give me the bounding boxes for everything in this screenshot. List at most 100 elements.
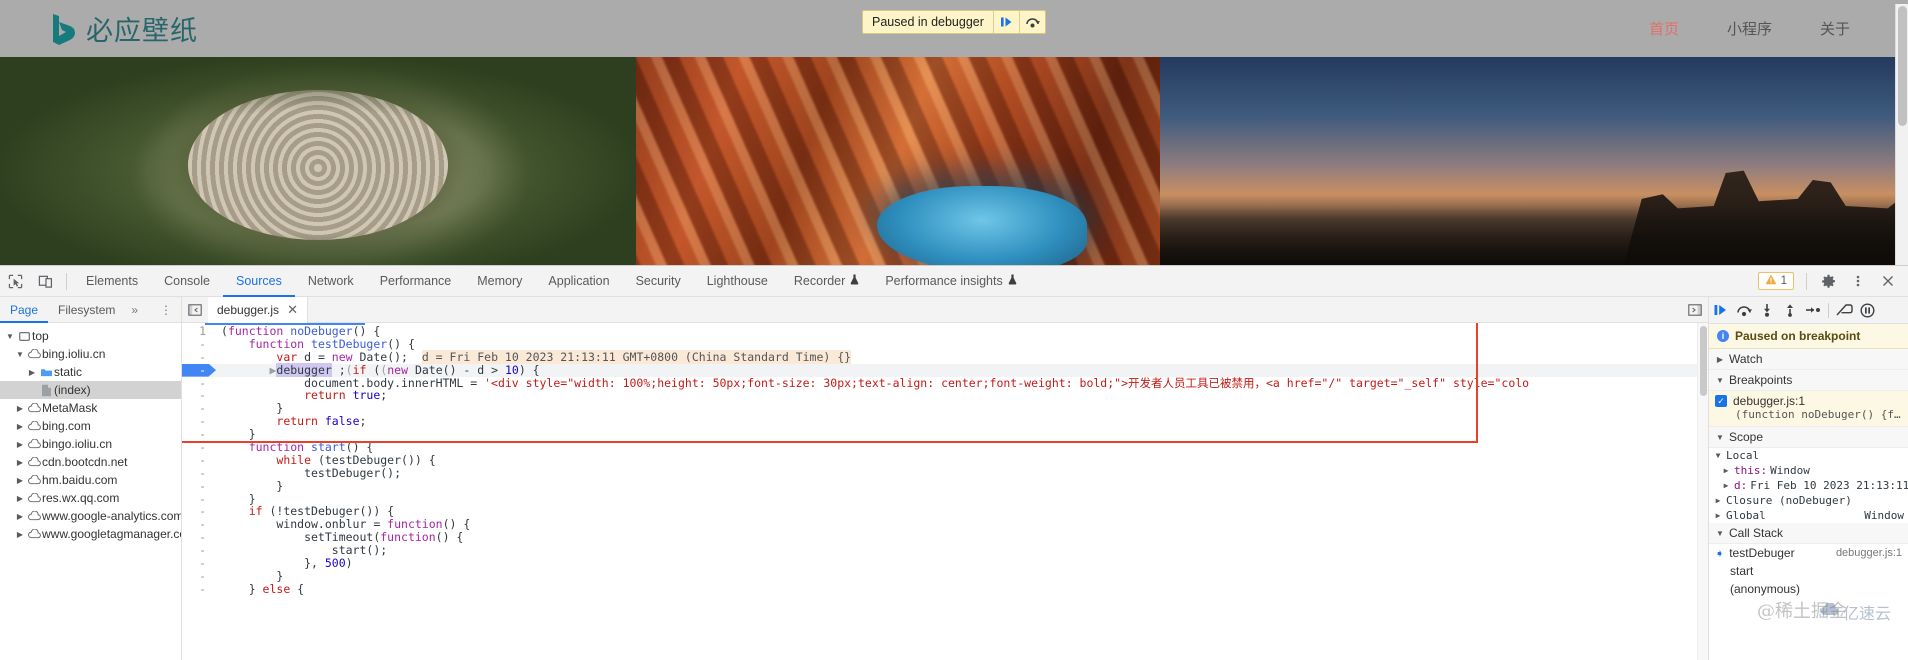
tree-item-res-wx-qq-com[interactable]: ▶ res.wx.qq.com	[0, 489, 181, 507]
tab-recorder[interactable]: Recorder	[781, 266, 872, 297]
code-line[interactable]: - setTimeout(function() {	[182, 531, 1708, 544]
tab-memory[interactable]: Memory	[464, 266, 535, 297]
scope-row-d[interactable]: ▶ d: Fri Feb 10 2023 21:13:11 (	[1709, 478, 1908, 493]
nav-item-about[interactable]: 关于	[1820, 18, 1850, 39]
chevron-down-icon[interactable]: ▼	[1715, 376, 1725, 385]
tree-item-index[interactable]: (index)	[0, 381, 181, 399]
tree-item-hm-baidu-com[interactable]: ▶ hm.baidu.com	[0, 471, 181, 489]
twisty-icon[interactable]: ▶	[14, 530, 26, 539]
device-toolbar-icon[interactable]	[30, 266, 60, 296]
code-viewport[interactable]: 1(function noDebuger() { - function test…	[182, 323, 1708, 660]
twisty-icon[interactable]: ▼	[14, 350, 26, 359]
section-watch[interactable]: ▶ Watch	[1709, 349, 1908, 370]
code-line[interactable]: - start();	[182, 544, 1708, 557]
section-call-stack[interactable]: ▼ Call Stack	[1709, 523, 1908, 544]
step-over-icon[interactable]	[1732, 297, 1755, 323]
navigator-tab-page[interactable]: Page	[0, 297, 48, 323]
scope-row-global[interactable]: ▶ Global Window	[1709, 508, 1908, 523]
code-line[interactable]: - return true;	[182, 389, 1708, 402]
more-vertical-icon[interactable]	[1843, 266, 1873, 296]
twisty-icon[interactable]: ▶	[14, 494, 26, 503]
navigator-tab-filesystem[interactable]: Filesystem	[48, 297, 125, 323]
code-lines[interactable]: 1(function noDebuger() { - function test…	[182, 325, 1708, 660]
code-line[interactable]: - }	[182, 402, 1708, 415]
site-brand[interactable]: 必应壁纸	[50, 9, 198, 48]
twisty-icon[interactable]: ▼	[4, 332, 16, 341]
step-over-icon[interactable]	[1019, 11, 1045, 33]
tree-item-bing-com[interactable]: ▶ bing.com	[0, 417, 181, 435]
nav-item-home[interactable]: 首页	[1649, 18, 1679, 39]
code-line[interactable]: - }	[182, 493, 1708, 506]
tree-item-cdn-bootcdn-net[interactable]: ▶ cdn.bootcdn.net	[0, 453, 181, 471]
page-scrollbar-thumb[interactable]	[1898, 6, 1907, 126]
code-line[interactable]: - while (testDebuger()) {	[182, 454, 1708, 467]
tab-performance[interactable]: Performance	[367, 266, 465, 297]
code-line[interactable]: - return false;	[182, 415, 1708, 428]
scope-row-closure[interactable]: ▶ Closure (noDebuger)	[1709, 493, 1908, 508]
pause-on-exceptions-icon[interactable]	[1856, 297, 1879, 323]
tree-item-top[interactable]: ▼ top	[0, 327, 181, 345]
tree-item-www-google-analytics-com[interactable]: ▶ www.google-analytics.com	[0, 507, 181, 525]
code-line[interactable]: - }	[182, 428, 1708, 441]
navigator-more-tabs-button[interactable]: »	[125, 303, 144, 317]
tree-item-metamask[interactable]: ▶ MetaMask	[0, 399, 181, 417]
show-navigator-icon[interactable]	[182, 297, 208, 323]
tab-performance-insights[interactable]: Performance insights	[872, 266, 1029, 297]
inspect-element-icon[interactable]	[0, 266, 30, 296]
chevron-down-icon[interactable]: ▼	[1715, 433, 1725, 442]
gear-icon[interactable]	[1813, 266, 1843, 296]
wallpaper-thumb-2[interactable]	[636, 57, 1160, 265]
chevron-right-icon[interactable]: ▶	[1715, 355, 1725, 364]
tab-elements[interactable]: Elements	[73, 266, 151, 297]
show-debugger-icon[interactable]	[1682, 297, 1708, 323]
wallpaper-thumb-1[interactable]	[0, 57, 636, 265]
tab-console[interactable]: Console	[151, 266, 223, 297]
tab-sources[interactable]: Sources	[223, 266, 295, 297]
code-line[interactable]: - document.body.innerHTML = '<div style=…	[182, 377, 1708, 390]
tree-item-www-googletagmanager-com[interactable]: ▶ www.googletagmanager.com	[0, 525, 181, 543]
more-vertical-icon[interactable]: ⋮	[152, 303, 181, 317]
twisty-icon[interactable]: ▶	[14, 404, 26, 413]
resume-script-icon[interactable]	[1709, 297, 1732, 323]
twisty-icon[interactable]: ▶	[26, 368, 38, 377]
step-out-icon[interactable]	[1778, 297, 1801, 323]
section-breakpoints[interactable]: ▼ Breakpoints	[1709, 370, 1908, 391]
scope-row-this[interactable]: ▶ this: Window	[1709, 463, 1908, 478]
code-line[interactable]: - } else {	[182, 583, 1708, 596]
code-line[interactable]: - }	[182, 480, 1708, 493]
close-icon[interactable]: ✕	[287, 302, 298, 318]
twisty-icon[interactable]: ▶	[14, 476, 26, 485]
tab-security[interactable]: Security	[623, 266, 694, 297]
tab-application[interactable]: Application	[535, 266, 622, 297]
twisty-icon[interactable]: ▶	[14, 440, 26, 449]
tab-lighthouse[interactable]: Lighthouse	[694, 266, 781, 297]
code-line[interactable]: - }	[182, 570, 1708, 583]
code-line[interactable]: - testDebuger();	[182, 467, 1708, 480]
resume-script-icon[interactable]	[993, 11, 1019, 33]
scope-row-local[interactable]: ▼ Local	[1709, 448, 1908, 463]
tree-item-static[interactable]: ▶ static	[0, 363, 181, 381]
chevron-down-icon[interactable]: ▼	[1713, 451, 1723, 460]
deactivate-breakpoints-icon[interactable]	[1833, 297, 1856, 323]
editor-scrollbar-thumb[interactable]	[1700, 326, 1707, 396]
section-scope[interactable]: ▼ Scope	[1709, 427, 1908, 448]
chevron-right-icon[interactable]: ▶	[1721, 481, 1731, 490]
editor-tab-debugger-js[interactable]: debugger.js ✕	[208, 297, 308, 323]
wallpaper-thumb-3[interactable]	[1160, 57, 1908, 265]
twisty-icon[interactable]: ▶	[14, 458, 26, 467]
call-stack-frame[interactable]: (anonymous)	[1709, 580, 1908, 598]
close-icon[interactable]	[1873, 266, 1903, 296]
chevron-right-icon[interactable]: ▶	[1721, 466, 1731, 475]
breakpoint-checkbox[interactable]: ✓	[1715, 395, 1727, 407]
twisty-icon[interactable]: ▶	[14, 512, 26, 521]
call-stack-frame[interactable]: ➧ testDebuger debugger.js:1	[1709, 544, 1908, 562]
code-line[interactable]: - }, 500)	[182, 557, 1708, 570]
twisty-icon[interactable]: ▶	[14, 422, 26, 431]
step-icon[interactable]	[1801, 297, 1824, 323]
breakpoint-item[interactable]: ✓ debugger.js:1 (function noDebuger() {f…	[1709, 391, 1908, 427]
tree-item-bing-ioliu-cn[interactable]: ▼ bing.ioliu.cn	[0, 345, 181, 363]
tab-network[interactable]: Network	[295, 266, 367, 297]
chevron-right-icon[interactable]: ▶	[1713, 496, 1723, 505]
chevron-down-icon[interactable]: ▼	[1715, 529, 1725, 538]
nav-item-miniprogram[interactable]: 小程序	[1727, 18, 1772, 39]
